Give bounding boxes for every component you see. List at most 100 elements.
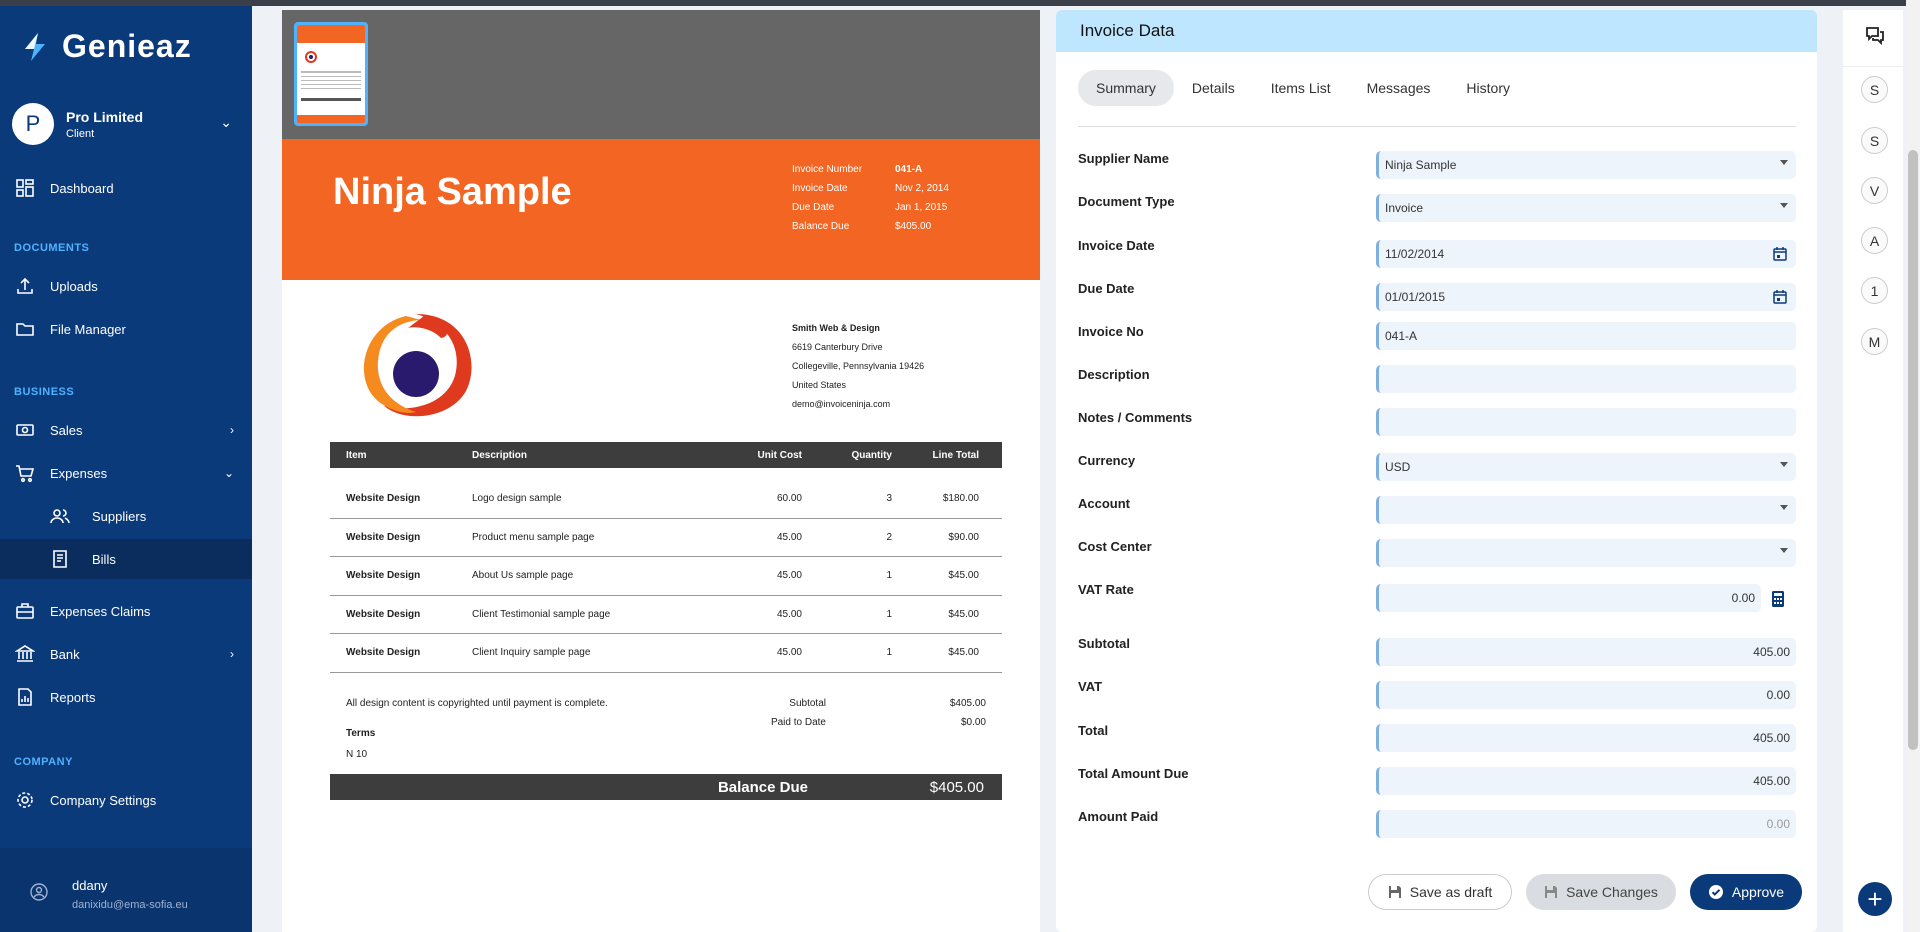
- right-rail: S S V A 1 M +: [1843, 10, 1903, 932]
- col-header: Unit Cost: [757, 449, 802, 461]
- balance-due-bar: Balance Due $405.00: [330, 774, 1002, 800]
- sidebar-item-uploads[interactable]: Uploads: [0, 266, 252, 306]
- gear-icon: [17, 792, 33, 808]
- due-date-input[interactable]: 01/01/2015: [1376, 283, 1796, 311]
- col-header: Quantity: [851, 449, 892, 461]
- terms-value: N 10: [346, 749, 368, 760]
- save-changes-button[interactable]: Save Changes: [1526, 874, 1676, 910]
- vat-rate-input[interactable]: 0.00: [1376, 584, 1761, 612]
- page-scrollbar[interactable]: [1906, 0, 1920, 932]
- cost-center-select[interactable]: [1376, 539, 1796, 567]
- cell-cost: 45.00: [776, 647, 802, 659]
- tab-messages[interactable]: Messages: [1349, 70, 1449, 106]
- invoice-title: Ninja Sample: [333, 171, 572, 213]
- thumbnail-strip: [282, 10, 1040, 139]
- invoice-date-input[interactable]: 11/02/2014: [1376, 240, 1796, 268]
- subtotal-input[interactable]: 405.00: [1376, 638, 1796, 666]
- sidebar-item-dashboard[interactable]: Dashboard: [0, 168, 252, 208]
- sidebar-item-bills[interactable]: Bills: [0, 539, 252, 579]
- document-type-select[interactable]: Invoice: [1376, 194, 1796, 222]
- cell-item: Website Design: [346, 647, 421, 659]
- sidebar-item-label: File Manager: [50, 321, 126, 337]
- currency-select[interactable]: USD: [1376, 453, 1796, 481]
- document-type-label: Document Type: [1078, 194, 1175, 209]
- total-input[interactable]: 405.00: [1376, 724, 1796, 752]
- paid-label: Paid to Date: [770, 717, 826, 728]
- panel-resize-handle[interactable]: [1040, 10, 1054, 932]
- tab-summary[interactable]: Summary: [1078, 70, 1174, 106]
- page-thumbnail[interactable]: [294, 22, 368, 126]
- tab-details[interactable]: Details: [1174, 70, 1253, 106]
- cart-icon: [16, 465, 35, 483]
- description-input[interactable]: [1376, 365, 1796, 393]
- calendar-icon[interactable]: [1772, 289, 1788, 305]
- account-label: Account: [1078, 496, 1130, 511]
- sidebar-item-sales[interactable]: Sales ›: [0, 410, 252, 450]
- tab-items-list[interactable]: Items List: [1253, 70, 1349, 106]
- paid-value: $0.00: [960, 717, 986, 728]
- meta-label: Balance Due: [792, 221, 850, 232]
- total-label: Total: [1078, 723, 1109, 738]
- table-row: Website Design Logo design sample 60.00 3 $1…: [330, 480, 1002, 519]
- company-logo: [363, 314, 472, 417]
- user-menu[interactable]: ddany danixidu@ema-sofia.eu: [0, 848, 252, 932]
- cell-qty: 1: [886, 647, 892, 659]
- notes-label: Notes / Comments: [1078, 410, 1193, 425]
- scrollbar-thumb[interactable]: [1908, 150, 1918, 750]
- cell-desc: Client Inquiry sample page: [472, 647, 591, 659]
- cell-item: Website Design: [346, 531, 421, 543]
- approve-button[interactable]: Approve: [1690, 874, 1802, 910]
- company-address: Smith Web & Design 6619 Canterbury Drive…: [792, 319, 924, 414]
- sidebar-item-expenses[interactable]: Expenses ⌄: [0, 453, 252, 493]
- tab-history[interactable]: History: [1448, 70, 1528, 106]
- sidebar-item-label: Sales: [50, 422, 83, 438]
- sidebar-item-bank[interactable]: Bank ›: [0, 634, 252, 674]
- address-line: Collegeville, Pennsylvania 19426: [792, 361, 925, 371]
- user-badge[interactable]: M: [1861, 328, 1888, 355]
- notes-input[interactable]: [1376, 408, 1796, 436]
- calculator-icon[interactable]: [1770, 590, 1786, 608]
- vat-input[interactable]: 0.00: [1376, 681, 1796, 709]
- user-badge[interactable]: V: [1861, 177, 1888, 204]
- chat-icon[interactable]: [1865, 25, 1885, 45]
- invoice-no-input[interactable]: 041-A: [1376, 322, 1796, 350]
- app-logo[interactable]: Genieaz: [22, 28, 192, 65]
- user-badge[interactable]: S: [1861, 127, 1888, 154]
- sidebar-item-label: Suppliers: [92, 508, 147, 524]
- total-amount-due-input[interactable]: 405.00: [1376, 767, 1796, 795]
- meta-value: $405.00: [895, 221, 932, 232]
- calendar-icon[interactable]: [1772, 246, 1788, 262]
- account-select[interactable]: [1376, 496, 1796, 524]
- sidebar-item-file-manager[interactable]: File Manager: [0, 309, 252, 349]
- amount-paid-input[interactable]: 0.00: [1376, 810, 1796, 838]
- total-amount-due-label: Total Amount Due: [1078, 766, 1189, 781]
- sidebar-item-reports[interactable]: Reports: [0, 677, 252, 717]
- invoice-data-panel: Invoice Data Summary Details Items List …: [1056, 10, 1817, 932]
- user-badge[interactable]: S: [1861, 76, 1888, 103]
- supplier-name-select[interactable]: Ninja Sample: [1376, 151, 1796, 179]
- cell-total: $180.00: [942, 493, 979, 505]
- vat-rate-label: VAT Rate: [1078, 582, 1134, 597]
- cell-qty: 3: [886, 493, 892, 505]
- sidebar-item-company-settings[interactable]: Company Settings: [0, 780, 252, 820]
- table-row: Website Design About Us sample page 45.00 1…: [330, 557, 1002, 596]
- receipt-icon: [53, 550, 67, 568]
- sidebar-item-label: Expenses: [50, 465, 108, 481]
- table-row: Website Design Product menu sample page 45…: [330, 519, 1002, 557]
- sidebar-item-suppliers[interactable]: Suppliers: [0, 496, 252, 536]
- save-draft-button[interactable]: Save as draft: [1368, 874, 1512, 910]
- save-icon: [1545, 886, 1558, 898]
- user-badge[interactable]: A: [1861, 227, 1888, 254]
- section-company: COMPANY: [14, 756, 73, 768]
- sidebar-item-expenses-claims[interactable]: Expenses Claims: [0, 591, 252, 631]
- section-business: BUSINESS: [14, 386, 75, 398]
- input-value: 01/01/2015: [1385, 290, 1446, 304]
- user-badge[interactable]: 1: [1861, 277, 1888, 304]
- company-email: demo@invoiceninja.com: [792, 399, 891, 409]
- add-button[interactable]: +: [1858, 882, 1892, 916]
- cell-item: Website Design: [346, 493, 421, 505]
- profile-switcher[interactable]: P Pro Limited Client ⌄: [12, 100, 240, 148]
- button-label: Save as draft: [1409, 884, 1493, 900]
- panel-title: Invoice Data: [1056, 10, 1817, 52]
- table-row: Website Design Client Inquiry sample page…: [330, 634, 1002, 673]
